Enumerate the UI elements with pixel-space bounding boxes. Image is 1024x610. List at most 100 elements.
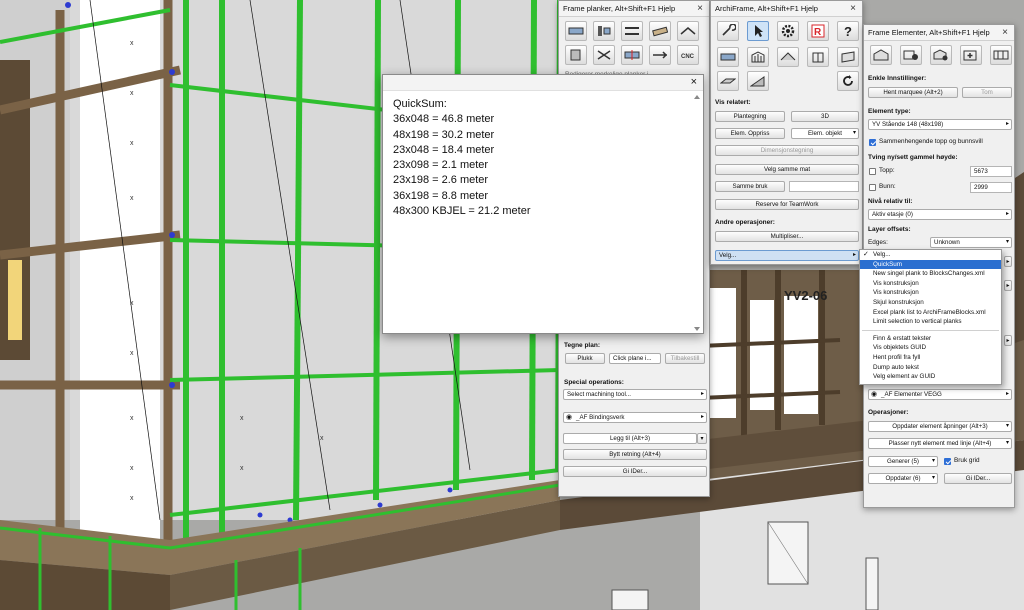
side-arrow-button[interactable]: ▸: [1004, 256, 1012, 267]
close-icon[interactable]: ×: [1000, 27, 1010, 38]
menu-item-dump-auto-tekst[interactable]: Dump auto tekst: [860, 363, 1001, 373]
tom-button[interactable]: Tom: [962, 87, 1012, 98]
menu-item-new-singel-plank[interactable]: New singel plank to BlocksChanges.xml: [860, 269, 1001, 279]
elem-objekt-dropdown[interactable]: Elem. objekt ▾: [791, 128, 859, 139]
quicksum-line: 23x198 = 2.6 meter: [393, 174, 489, 187]
gi-ider-button[interactable]: Gi IDer...: [563, 466, 707, 477]
element-panel-icon[interactable]: [990, 45, 1012, 65]
quicksum-line: 23x098 = 2.1 meter: [393, 159, 489, 172]
menu-item-limit-selection[interactable]: Limit selection to vertical planks: [860, 317, 1001, 327]
menu-item-velg-element-guid[interactable]: Velg element av GUID: [860, 372, 1001, 382]
help-icon[interactable]: ?: [837, 21, 859, 41]
machining-dropdown[interactable]: Select machining tool... ▸: [563, 389, 707, 400]
velg-dropdown[interactable]: Velg... ▸: [715, 250, 859, 261]
hent-marquee-button[interactable]: Hent marquee (Alt+2): [868, 87, 958, 98]
section-special-operations: Special operations:: [564, 379, 624, 386]
wall-frame-icon[interactable]: [747, 47, 769, 67]
section-element-type: Element type:: [868, 108, 911, 115]
dimensjonstegning-button[interactable]: Dimensjonstegning: [715, 145, 859, 156]
quicksum-text[interactable]: QuickSum: 36x048 = 46.8 meter 48x198 = 3…: [383, 91, 703, 225]
plank-split-icon[interactable]: [621, 45, 643, 65]
close-icon[interactable]: ×: [695, 3, 705, 14]
plukk-button[interactable]: Plukk: [565, 353, 605, 364]
refresh-icon[interactable]: [837, 71, 859, 91]
roof-icon[interactable]: [777, 47, 799, 67]
element-add-icon[interactable]: [960, 45, 982, 65]
oppdater-dropdown[interactable]: Oppdater (6) ▾: [868, 473, 938, 484]
element-gear-icon[interactable]: [930, 45, 952, 65]
frame-elementer-titlebar[interactable]: Frame Elementer, Alt+Shift+F1 Hjelp ×: [864, 25, 1014, 41]
bindingsverk-layer-dropdown[interactable]: ◉ _AF Bindingsverk ▸: [563, 412, 707, 423]
legg-til-arrow-button[interactable]: ▾: [697, 433, 707, 444]
wall-tag: YV2-06: [784, 288, 827, 303]
menu-item-finn-erstatt[interactable]: Finn & erstatt tekster: [860, 334, 1001, 344]
frame-planker-titlebar[interactable]: Frame planker, Alt+Shift+F1 Hjelp ×: [559, 1, 709, 17]
plank-tool-icon[interactable]: [565, 21, 587, 41]
archiframe-titlebar[interactable]: ArchiFrame, Alt+Shift+F1 Hjelp ×: [711, 1, 862, 17]
samme-bruk-field[interactable]: [789, 181, 859, 192]
plank-extend-icon[interactable]: [649, 45, 671, 65]
menu-item-excel-plank-list[interactable]: Excel plank list to ArchiFrameBlocks.xml: [860, 308, 1001, 318]
reserve-teamwork-button[interactable]: Reserve for TeamWork: [715, 199, 859, 210]
menu-item-skjul-konstruksjon[interactable]: Skjul konstruksjon: [860, 298, 1001, 308]
element-icon[interactable]: [807, 47, 829, 67]
3d-button[interactable]: 3D: [791, 111, 859, 122]
element-settings-icon[interactable]: [900, 45, 922, 65]
plank-cut-icon[interactable]: [593, 21, 615, 41]
bunn-checkbox[interactable]: [869, 184, 876, 191]
elem-oppriss-button[interactable]: Elem. Oppriss: [715, 128, 785, 139]
niva-dropdown[interactable]: Aktiv etasje (0) ▸: [868, 209, 1012, 220]
cnc-icon[interactable]: CNC: [677, 45, 699, 65]
bytt-retning-button[interactable]: Bytt retning (Alt+4): [563, 449, 707, 460]
arrow-pointer-icon[interactable]: [747, 21, 769, 41]
multipliser-button[interactable]: Multipliser...: [715, 231, 859, 242]
revit-icon[interactable]: R: [807, 21, 829, 41]
topp-input[interactable]: 5673: [970, 166, 1012, 177]
edges-dropdown[interactable]: Unknown ▾: [930, 237, 1012, 248]
gi-ider-button[interactable]: Gi IDer...: [944, 473, 1012, 484]
plasser-element-dropdown[interactable]: Plasser nytt element med linje (Alt+4) ▾: [868, 438, 1012, 449]
menu-item-quicksum[interactable]: QuickSum: [860, 259, 1001, 270]
topp-label: Topp:: [879, 167, 895, 174]
plank-rotate-icon[interactable]: [649, 21, 671, 41]
quicksum-titlebar[interactable]: ×: [383, 75, 703, 91]
bruk-grid-checkbox[interactable]: [944, 458, 951, 465]
samme-bruk-button[interactable]: Samme bruk: [715, 181, 785, 192]
archiframe-title: ArchiFrame, Alt+Shift+F1 Hjelp: [715, 4, 818, 13]
legg-til-dropdown[interactable]: Legg til (Alt+3): [563, 433, 697, 444]
menu-item-vis-konstruksjon[interactable]: Vis konstruksjon: [860, 279, 1001, 289]
svg-text:CNC: CNC: [681, 54, 695, 60]
menu-item-velg[interactable]: ✓ Velg...: [860, 250, 1001, 260]
svg-text:R: R: [814, 27, 822, 38]
side-arrow-button-2[interactable]: ▸: [1004, 280, 1012, 291]
panel-icon[interactable]: [837, 47, 859, 67]
click-plane-dropdown[interactable]: Click plane i...: [609, 353, 661, 364]
close-icon[interactable]: ×: [848, 3, 858, 14]
gear-icon[interactable]: [777, 21, 799, 41]
plank-box-icon[interactable]: [565, 45, 587, 65]
plank-cross-icon[interactable]: [593, 45, 615, 65]
menu-item-vis-konstruksjon-2[interactable]: Vis konstruksjon: [860, 288, 1001, 298]
velg-samme-mat-button[interactable]: Velg samme mat: [715, 164, 859, 175]
plank-align-icon[interactable]: [621, 21, 643, 41]
scrollbar[interactable]: [693, 93, 701, 333]
plantegning-button[interactable]: Plantegning: [715, 111, 785, 122]
generer-dropdown[interactable]: Generer (5) ▾: [868, 456, 938, 467]
bunn-input[interactable]: 2999: [970, 182, 1012, 193]
element-type-dropdown[interactable]: YV Stående 148 (48x198) ▸: [868, 119, 1012, 130]
element-house-icon[interactable]: [870, 45, 892, 65]
side-arrow-button-3[interactable]: ▸: [1004, 335, 1012, 346]
topp-checkbox[interactable]: [869, 168, 876, 175]
plank-join-icon[interactable]: [677, 21, 699, 41]
wrench-icon[interactable]: [717, 21, 739, 41]
menu-item-hent-profil[interactable]: Hent profil fra fyll: [860, 353, 1001, 363]
oppdater-apninger-dropdown[interactable]: Oppdater element åpninger (Alt+3) ▾: [868, 421, 1012, 432]
tilbakestill-button[interactable]: Tilbakestill: [665, 353, 705, 364]
beam-icon[interactable]: [717, 47, 739, 67]
close-icon[interactable]: ×: [691, 76, 697, 88]
stair-icon[interactable]: [747, 71, 769, 91]
floor-icon[interactable]: [717, 71, 739, 91]
elementer-vegg-layer-dropdown[interactable]: ◉ _AF Elementer VEGG ▸: [868, 389, 1012, 400]
menu-item-vis-guid[interactable]: Vis objektets GUID: [860, 343, 1001, 353]
sammenhengende-checkbox[interactable]: [869, 139, 876, 146]
